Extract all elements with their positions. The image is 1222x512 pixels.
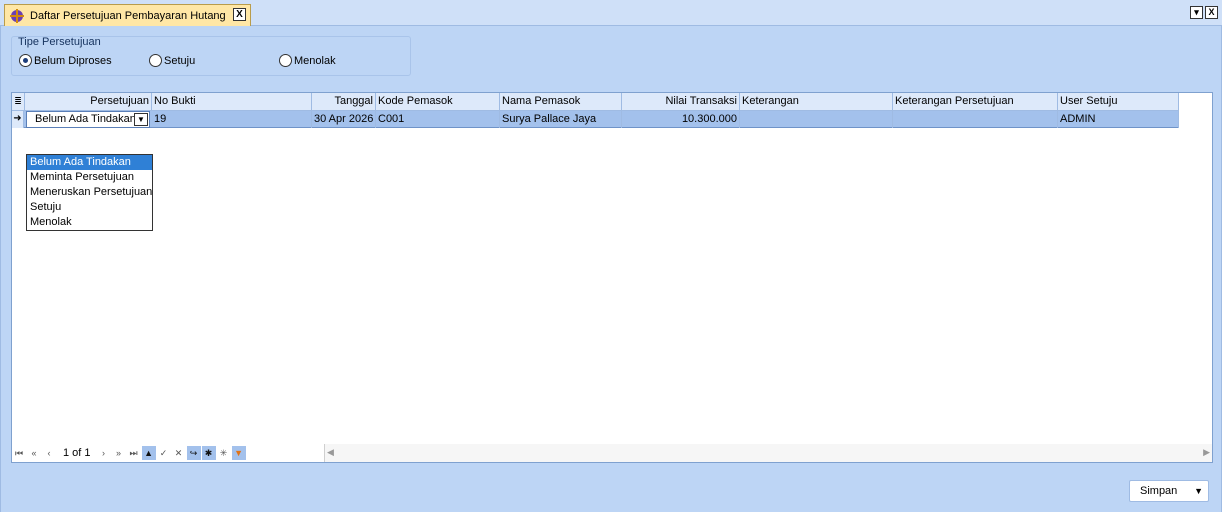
column-chooser-icon[interactable]: ≣	[12, 93, 25, 111]
column-header-nama-pemasok[interactable]: Nama Pemasok	[500, 93, 622, 111]
window-close-button[interactable]: X	[1205, 6, 1218, 19]
horizontal-scrollbar[interactable]: ◀ ▶	[324, 444, 1212, 462]
form-icon	[10, 8, 24, 23]
radio-menolak[interactable]: Menolak	[279, 54, 336, 67]
column-header-persetujuan[interactable]: Persetujuan	[25, 93, 152, 111]
radio-label: Menolak	[294, 54, 336, 67]
bookmark-icon[interactable]: ✱	[201, 446, 216, 460]
dropdown-option-meminta-persetujuan[interactable]: Meminta Persetujuan	[27, 170, 152, 185]
radio-setuju[interactable]: Setuju	[149, 54, 195, 67]
prev-page-icon[interactable]: «	[27, 446, 41, 460]
table-row[interactable]: ➜ Belum Ada Tindakan ▼ 19 30 Apr 2026 C0…	[12, 111, 1179, 128]
chevron-down-icon[interactable]: ▼	[134, 113, 148, 126]
last-page-icon[interactable]: ⏭	[127, 446, 141, 460]
column-header-user-setuju[interactable]: User Setuju	[1058, 93, 1179, 111]
cancel-edit-icon[interactable]: ✕	[172, 446, 186, 460]
persetujuan-combo[interactable]: Belum Ada Tindakan ▼	[26, 111, 150, 128]
dropdown-option-menolak[interactable]: Menolak	[27, 215, 152, 230]
page-indicator: 1 of 1	[63, 447, 91, 459]
scroll-right-icon[interactable]: ▶	[1203, 447, 1210, 458]
goto-bookmark-icon[interactable]: ✳	[217, 446, 231, 460]
approval-grid: ≣ Persetujuan No Bukti Tanggal Kode Pema…	[11, 92, 1213, 463]
column-header-keterangan-persetujuan[interactable]: Keterangan Persetujuan	[893, 93, 1058, 111]
cell-nilai-transaksi[interactable]: 10.300.000	[622, 111, 740, 128]
post-edit-icon[interactable]: ✓	[157, 446, 171, 460]
window-list-button[interactable]: ▾	[1190, 6, 1203, 19]
save-label: Simpan	[1140, 485, 1178, 497]
save-button[interactable]: Simpan ▼	[1129, 480, 1209, 502]
document-tab-bar: Daftar Persetujuan Pembayaran Hutang X ▾…	[0, 0, 1222, 26]
radio-unselected-icon	[149, 54, 162, 67]
document-tab[interactable]: Daftar Persetujuan Pembayaran Hutang X	[4, 4, 251, 26]
first-page-icon[interactable]: ⏮	[12, 446, 26, 460]
column-header-nilai-transaksi[interactable]: Nilai Transaksi	[622, 93, 740, 111]
dropdown-option-setuju[interactable]: Setuju	[27, 200, 152, 215]
prev-record-icon[interactable]: ‹	[42, 446, 56, 460]
scroll-left-icon[interactable]: ◀	[327, 447, 334, 458]
cell-kode-pemasok[interactable]: C001	[376, 111, 500, 128]
cell-nama-pemasok[interactable]: Surya Pallace Jaya	[500, 111, 622, 128]
cell-keterangan[interactable]	[740, 111, 893, 128]
main-panel: Tipe Persetujuan Belum Diproses Setuju M…	[0, 26, 1222, 512]
column-header-no-bukti[interactable]: No Bukti	[152, 93, 312, 111]
filter-icon[interactable]: ▼	[231, 446, 246, 460]
insert-record-icon[interactable]: ▲	[141, 446, 156, 460]
next-record-icon[interactable]: ›	[97, 446, 111, 460]
column-header-keterangan[interactable]: Keterangan	[740, 93, 893, 111]
radio-belum-diproses[interactable]: Belum Diproses	[19, 54, 112, 67]
refresh-icon[interactable]: ↪	[186, 446, 201, 460]
row-indicator-arrow-icon: ➜	[12, 111, 24, 128]
cell-keterangan-persetujuan[interactable]	[893, 111, 1058, 128]
chevron-down-icon[interactable]: ▼	[1194, 481, 1203, 501]
approval-type-title: Tipe Persetujuan	[18, 36, 101, 48]
approval-type-group: Tipe Persetujuan Belum Diproses Setuju M…	[11, 36, 411, 76]
tab-close-button[interactable]: X	[233, 8, 246, 21]
radio-label: Belum Diproses	[34, 54, 112, 67]
persetujuan-dropdown-list: Belum Ada Tindakan Meminta Persetujuan M…	[26, 154, 153, 231]
tab-title: Daftar Persetujuan Pembayaran Hutang	[30, 9, 226, 22]
cell-no-bukti[interactable]: 19	[152, 111, 312, 128]
column-header-kode-pemasok[interactable]: Kode Pemasok	[376, 93, 500, 111]
grid-header: ≣ Persetujuan No Bukti Tanggal Kode Pema…	[12, 93, 1179, 111]
cell-tanggal[interactable]: 30 Apr 2026	[312, 111, 376, 128]
next-page-icon[interactable]: »	[112, 446, 126, 460]
radio-selected-icon	[19, 54, 32, 67]
radio-label: Setuju	[164, 54, 196, 67]
dropdown-option-belum-ada-tindakan[interactable]: Belum Ada Tindakan	[27, 155, 152, 170]
column-header-tanggal[interactable]: Tanggal	[312, 93, 376, 111]
cell-user-setuju[interactable]: ADMIN	[1058, 111, 1179, 128]
radio-unselected-icon	[279, 54, 292, 67]
persetujuan-value: Belum Ada Tindakan	[35, 113, 136, 125]
dropdown-option-meneruskan-persetujuan[interactable]: Meneruskan Persetujuan	[27, 185, 152, 200]
